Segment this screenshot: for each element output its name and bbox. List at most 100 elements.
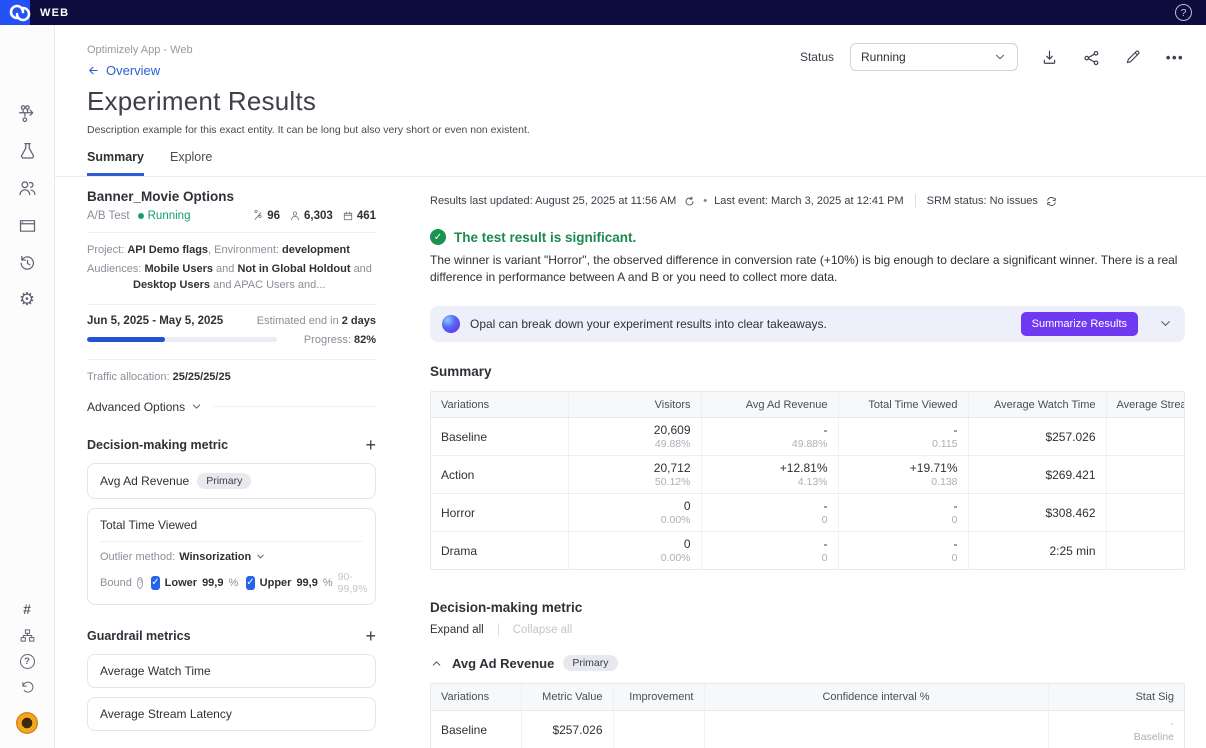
status-value: Running [861,50,906,64]
calendar-icon [342,210,354,222]
more-menu-icon[interactable]: ••• [1164,46,1186,68]
bound-range-hint: 90-99,9% [338,571,368,595]
audiences-line: Audiences: Mobile Users and Not in Globa… [87,262,376,294]
date-range: Jun 5, 2025 - May 5, 2025 [87,315,223,327]
metric-section-header[interactable]: Avg Ad Revenue Primary [430,655,1185,671]
advanced-options-toggle[interactable]: Advanced Options [87,400,376,414]
metric-card-total-time-viewed[interactable]: Total Time Viewed Outlier method: Winsor… [87,508,376,605]
table-row: Baseline $257.026 -Baseline [431,710,1184,748]
guardrail-card-label: Average Stream Latency [100,707,232,721]
summary-table-wrap: Variations Visitors Avg Ad Revenue Total… [430,391,1185,571]
download-icon[interactable] [1038,46,1060,68]
col-stat-sig: Stat Sig [1048,684,1184,710]
edit-pencil-icon[interactable] [1122,46,1144,68]
flags-icon[interactable] [16,103,38,125]
srm-status-text: SRM status: No issues [927,195,1038,207]
table-row: Action 20,71250.12% +12.81%4.13% +19.71%… [431,456,1185,494]
upper-bound-checkbox[interactable]: ✓ [246,576,254,590]
metric-section-title: Avg Ad Revenue [452,656,554,671]
add-metric-button[interactable]: + [365,436,376,454]
divider [915,194,916,208]
page-header: Optimizely App - Web Overview Experiment… [55,25,1206,176]
summary-heading: Summary [430,364,1185,379]
audiences-users-icon[interactable] [16,177,38,199]
summary-table: Variations Visitors Avg Ad Revenue Total… [431,392,1185,570]
lower-bound-checkbox[interactable]: ✓ [151,576,159,590]
bullet-separator: • [703,195,707,207]
chevron-up-icon [430,657,443,670]
chevron-down-icon [255,551,266,562]
settings-gear-icon[interactable]: ⚙ [16,288,38,310]
tab-summary[interactable]: Summary [87,150,144,176]
running-status-dot [138,213,144,219]
main-content: Optimizely App - Web Overview Experiment… [55,25,1206,748]
outlier-method-row[interactable]: Outlier method: Winsorization [100,551,363,563]
chevron-down-icon[interactable] [1158,316,1173,331]
metric-card-details: Outlier method: Winsorization Bound ? ✓ … [100,541,363,595]
traffic-allocation: Traffic allocation: 25/25/25/25 [87,370,376,386]
optimizely-logo-mark [3,0,37,27]
history-icon[interactable] [16,251,38,273]
opal-text: Opal can break down your experiment resu… [470,317,827,331]
status-dropdown[interactable]: Running [850,43,1018,71]
app-brand: WEB [40,7,69,19]
collapse-all-link[interactable]: Collapse all [513,624,572,636]
decision-table-wrap: Variations Metric Value Improvement Conf… [430,683,1185,748]
experiment-meta: A/B Test Running 96 6,303 [87,210,376,222]
sitemap-icon[interactable] [16,624,38,646]
chevron-down-icon [190,400,203,413]
experiment-name: Banner_Movie Options [87,189,376,204]
divider [87,232,376,233]
add-guardrail-button[interactable]: + [365,627,376,645]
progress-row: Progress: 82% [87,334,376,346]
primary-badge: Primary [197,473,251,489]
days-stat: 461 [342,210,376,222]
col-metric-value: Metric Value [521,684,613,710]
results-status-row: Results last updated: August 25, 2025 at… [430,194,1185,208]
decision-metric-title: Decision-making metric [87,438,228,452]
opal-icon [442,315,460,333]
metric-card-avg-ad-revenue[interactable]: Avg Ad RevenuePrimary [87,463,376,499]
nav-rail-top: ⚙ [16,103,38,310]
expand-collapse-row: Expand all Collapse all [430,623,1185,637]
decision-metric-heading: Decision-making metric [430,600,1185,615]
primary-badge: Primary [563,655,617,671]
undo-icon[interactable] [16,676,38,698]
experiments-flask-icon[interactable] [16,140,38,162]
back-link-label: Overview [106,63,160,78]
srm-refresh-icon[interactable] [1045,195,1058,208]
significance-body: The winner is variant "Horror", the obse… [430,252,1185,287]
col-average-stream-latency: Average Stream Latency [1106,392,1185,418]
col-confidence-interval: Confidence interval % [704,684,1048,710]
metric-card-label: Total Time Viewed [100,518,197,532]
pages-browser-icon[interactable] [16,214,38,236]
help-icon[interactable]: ? [1175,4,1192,21]
results-column: Results last updated: August 25, 2025 at… [430,177,1206,748]
experiment-type: A/B Test [87,210,130,222]
back-link[interactable]: Overview [87,63,160,78]
tab-explore[interactable]: Explore [170,150,212,176]
col-variations: Variations [431,684,521,710]
date-row: Jun 5, 2025 - May 5, 2025 Estimated end … [87,315,376,327]
hash-icon[interactable]: # [16,598,38,620]
significance-row: ✓ The test result is significant. [430,229,1185,245]
col-avg-ad-revenue: Avg Ad Revenue [701,392,838,418]
help-circle-icon[interactable]: ? [16,650,38,672]
guardrail-card-watch-time[interactable]: Average Watch Time [87,654,376,688]
share-icon[interactable] [1080,46,1102,68]
user-avatar[interactable] [16,712,38,734]
experiment-panel: Banner_Movie Options A/B Test Running 96… [87,177,376,748]
bound-help-icon[interactable]: ? [137,577,143,589]
progress-bar [87,337,277,342]
refresh-icon[interactable] [683,195,696,208]
progress-fill [87,337,165,342]
project-line: Project: API Demo flags, Environment: de… [87,243,376,259]
guardrail-card-stream-latency[interactable]: Average Stream Latency [87,697,376,731]
header-actions: Status Running ••• [800,43,1186,71]
summarize-results-button[interactable]: Summarize Results [1021,312,1138,336]
guardrail-metrics-header: Guardrail metrics + [87,627,376,645]
expand-all-link[interactable]: Expand all [430,624,484,636]
table-row: Horror 00.00% -0 -0 $308.462 [431,494,1185,532]
opal-banner: Opal can break down your experiment resu… [430,306,1185,342]
guardrail-card-label: Average Watch Time [100,664,211,678]
